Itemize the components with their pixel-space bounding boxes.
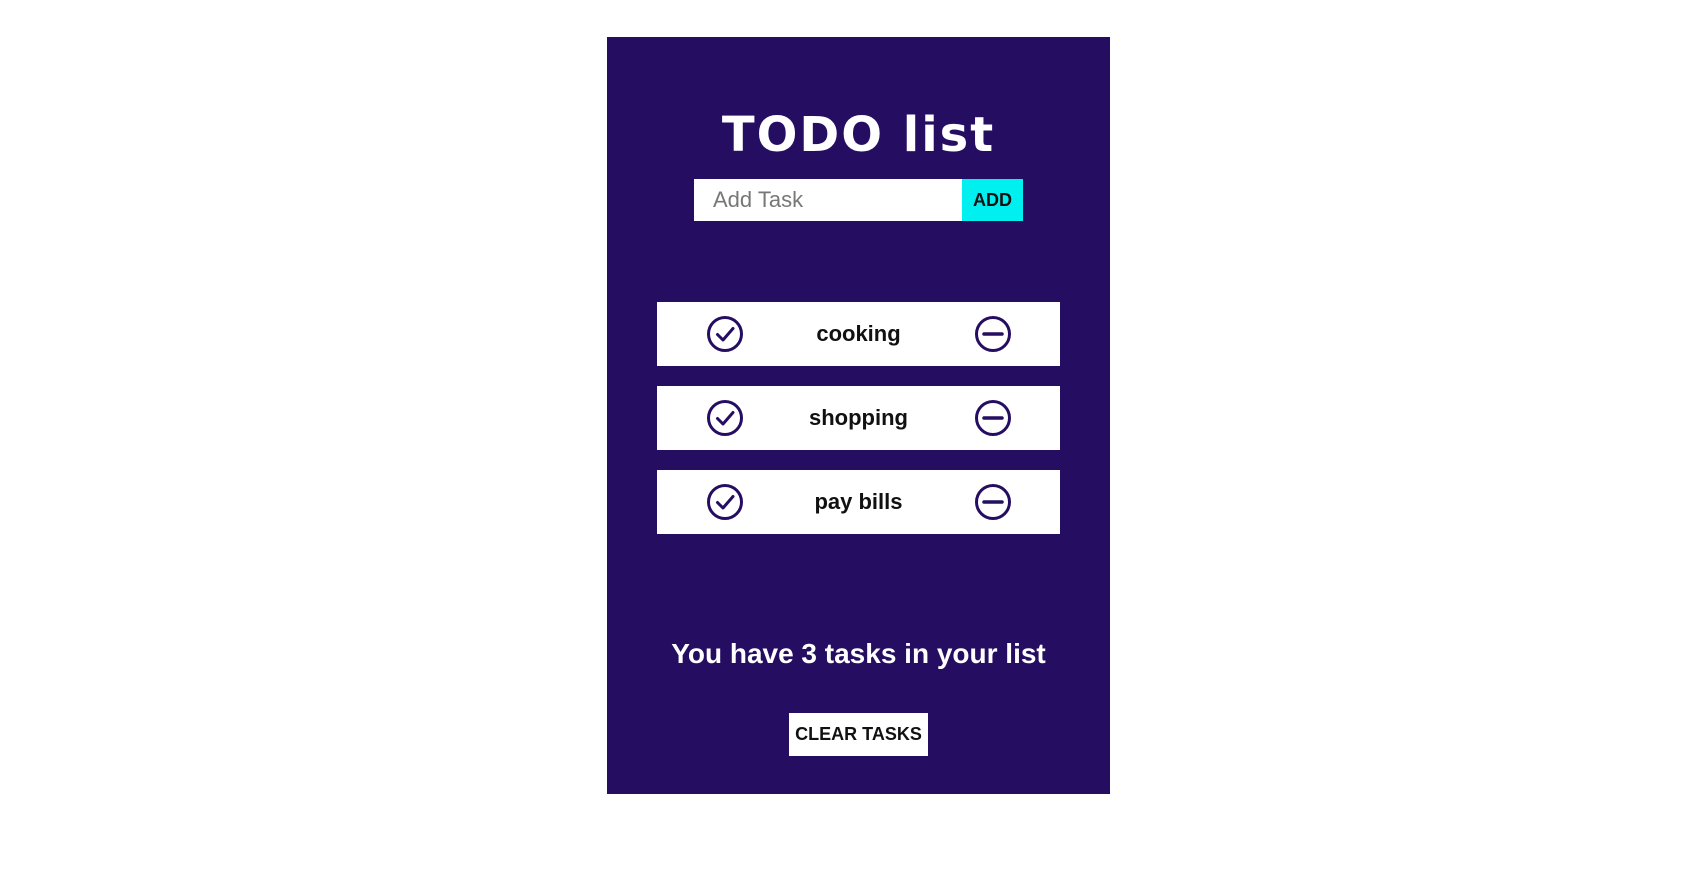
task-list: cooking shopping pay bills: [657, 302, 1060, 554]
remove-task-button[interactable]: [974, 483, 1012, 521]
add-button[interactable]: ADD: [962, 179, 1023, 221]
complete-task-button[interactable]: [706, 315, 744, 353]
todo-app-panel: TODO list ADD cooking: [607, 37, 1110, 794]
remove-task-button[interactable]: [974, 399, 1012, 437]
complete-task-button[interactable]: [706, 483, 744, 521]
complete-task-button[interactable]: [706, 399, 744, 437]
task-item: cooking: [657, 302, 1060, 366]
minus-circle-icon: [975, 400, 1011, 436]
task-count-summary: You have 3 tasks in your list: [671, 638, 1046, 669]
add-task-input[interactable]: [694, 179, 962, 221]
remove-task-button[interactable]: [974, 315, 1012, 353]
minus-circle-icon: [975, 484, 1011, 520]
add-task-form: ADD: [694, 179, 1023, 221]
task-item: shopping: [657, 386, 1060, 450]
check-circle-icon: [707, 400, 743, 436]
check-circle-icon: [707, 316, 743, 352]
minus-circle-icon: [975, 316, 1011, 352]
task-item: pay bills: [657, 470, 1060, 534]
page-title: TODO list: [721, 107, 996, 163]
clear-tasks-button[interactable]: CLEAR TASKS: [789, 713, 928, 756]
check-circle-icon: [707, 484, 743, 520]
